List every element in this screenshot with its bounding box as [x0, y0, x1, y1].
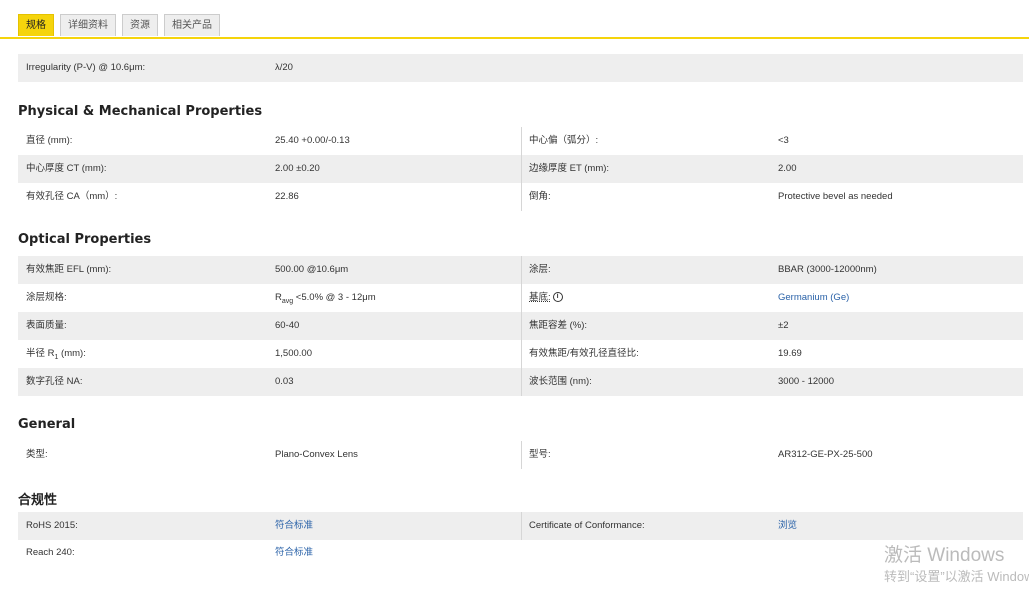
- spec-label: 型号:: [529, 449, 551, 460]
- substrate-label: 基底:: [529, 292, 551, 303]
- spec-row: 数字孔径 NA: 0.03 波长范围 (nm): 3000 - 12000: [18, 368, 1023, 396]
- activation-watermark-title: 激活 Windows: [884, 545, 1005, 566]
- spec-row: 类型: Plano-Convex Lens 型号: AR312-GE-PX-25…: [18, 441, 1023, 469]
- spec-label: Reach 240:: [26, 547, 75, 558]
- section-title-physical: Physical & Mechanical Properties: [18, 104, 263, 119]
- column-divider: [521, 155, 522, 183]
- column-divider: [521, 512, 522, 540]
- spec-row: 表面质量: 60-40 焦距容差 (%): ±2: [18, 312, 1023, 340]
- column-divider: [521, 256, 522, 284]
- spec-value: ±2: [778, 320, 789, 331]
- spec-label: 中心偏（弧分）:: [529, 135, 599, 146]
- rohs-compliance-link[interactable]: 符合标准: [275, 512, 313, 540]
- column-divider: [521, 127, 522, 155]
- certificate-view-link[interactable]: 浏览: [778, 512, 797, 540]
- reach-compliance-link[interactable]: 符合标准: [275, 539, 313, 567]
- tab-specs[interactable]: 规格: [18, 14, 54, 36]
- spec-value: 1,500.00: [275, 348, 312, 359]
- spec-value: 3000 - 12000: [778, 376, 834, 387]
- column-divider: [521, 284, 522, 312]
- tab-related-products[interactable]: 相关产品: [164, 14, 220, 36]
- spec-label: 有效焦距/有效孔径直径比:: [529, 348, 639, 359]
- spec-label: 波长范围 (nm):: [529, 376, 592, 387]
- spec-value: 2.00 ±0.20: [275, 163, 320, 174]
- spec-value: 0.03: [275, 376, 294, 387]
- section-title-compliance: 合规性: [18, 493, 58, 508]
- spec-row: 有效焦距 EFL (mm): 500.00 @10.6μm 涂层: BBAR (…: [18, 256, 1023, 284]
- spec-value: 19.69: [778, 348, 802, 359]
- spec-value: BBAR (3000-12000nm): [778, 264, 877, 275]
- spec-value: AR312-GE-PX-25-500: [778, 449, 873, 460]
- spec-label: RoHS 2015:: [26, 520, 78, 531]
- tab-bar: 规格 详细资料 资源 相关产品: [18, 14, 226, 38]
- spec-label: 边缘厚度 ET (mm):: [529, 163, 610, 174]
- spec-value: Plano-Convex Lens: [275, 449, 358, 460]
- tab-details[interactable]: 详细资料: [60, 14, 116, 36]
- spec-value: 22.86: [275, 191, 299, 202]
- spec-label: 直径 (mm):: [26, 135, 73, 146]
- spec-label: 表面质量:: [26, 320, 67, 331]
- spec-row: Irregularity (P-V) @ 10.6μm: λ/20: [18, 54, 1023, 82]
- spec-label: Irregularity (P-V) @ 10.6μm:: [26, 62, 146, 73]
- section-title-general: General: [18, 417, 76, 432]
- spec-value: λ/20: [275, 62, 293, 73]
- spec-value: Ravg <5.0% @ 3 - 12μm: [275, 292, 376, 305]
- info-icon[interactable]: i: [552, 292, 563, 303]
- spec-row: 涂层规格: Ravg <5.0% @ 3 - 12μm 基底: i Germani…: [18, 284, 1023, 312]
- spec-label: 基底: i: [529, 284, 563, 312]
- spec-label: 有效孔径 CA（mm）:: [26, 191, 118, 202]
- spec-row: Reach 240: 符合标准: [18, 539, 1023, 567]
- tab-resources[interactable]: 资源: [122, 14, 158, 36]
- spec-label: 涂层规格:: [26, 292, 67, 303]
- spec-row: 中心厚度 CT (mm): 2.00 ±0.20 边缘厚度 ET (mm): 2…: [18, 155, 1023, 183]
- spec-value: 2.00: [778, 163, 797, 174]
- column-divider: [521, 183, 522, 211]
- spec-label: 半径 R1 (mm):: [26, 348, 86, 361]
- spec-label: 数字孔径 NA:: [26, 376, 83, 387]
- spec-row: 直径 (mm): 25.40 +0.00/-0.13 中心偏（弧分）: <3: [18, 127, 1023, 155]
- activation-watermark-subtitle: 转到“设置”以激活 Windows。: [884, 569, 1029, 584]
- column-divider: [521, 368, 522, 396]
- spec-label: 中心厚度 CT (mm):: [26, 163, 107, 174]
- column-divider: [521, 312, 522, 340]
- spec-label: 焦距容差 (%):: [529, 320, 588, 331]
- substrate-link[interactable]: Germanium (Ge): [778, 284, 849, 312]
- spec-row: 半径 R1 (mm): 1,500.00 有效焦距/有效孔径直径比: 19.69: [18, 340, 1023, 368]
- section-title-optical: Optical Properties: [18, 232, 152, 247]
- spec-label: 涂层:: [529, 264, 551, 275]
- column-divider: [521, 441, 522, 469]
- spec-label: 有效焦距 EFL (mm):: [26, 264, 112, 275]
- spec-value: 60-40: [275, 320, 300, 331]
- spec-value: Protective bevel as needed: [778, 191, 893, 202]
- spec-label: Certificate of Conformance:: [529, 520, 645, 531]
- spec-label: 类型:: [26, 449, 48, 460]
- column-divider: [521, 340, 522, 368]
- spec-value: 500.00 @10.6μm: [275, 264, 349, 275]
- spec-label: 倒角:: [529, 191, 551, 202]
- spec-value: 25.40 +0.00/-0.13: [275, 135, 350, 146]
- spec-row: 有效孔径 CA（mm）: 22.86 倒角: Protective bevel …: [18, 183, 1023, 211]
- spec-value: <3: [778, 135, 789, 146]
- tab-underline: [0, 37, 1029, 39]
- spec-row: RoHS 2015: 符合标准 Certificate of Conforman…: [18, 512, 1023, 540]
